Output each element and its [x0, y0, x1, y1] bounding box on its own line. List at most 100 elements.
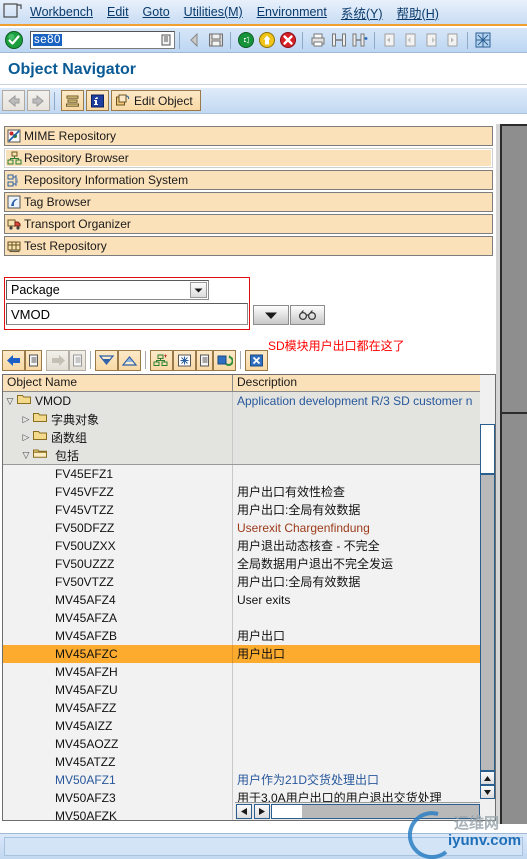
tree-back-button[interactable]: [2, 349, 25, 371]
next-page-icon[interactable]: [421, 30, 442, 50]
menu-item-environment[interactable]: Environment: [250, 3, 334, 21]
table-row[interactable]: FV45EFZ1: [3, 465, 495, 483]
menu-item-help[interactable]: 帮助(H): [390, 1, 446, 24]
refresh-button[interactable]: [213, 349, 236, 371]
previous-page-icon[interactable]: [400, 30, 421, 50]
tree-forward-button[interactable]: [46, 349, 69, 371]
table-row[interactable]: MV45ATZZ: [3, 753, 495, 771]
table-row[interactable]: FV50VTZZ 用户出口:全局有效数据: [3, 573, 495, 591]
tree-back-history-button[interactable]: [25, 349, 42, 371]
delete-button[interactable]: [245, 349, 268, 371]
object-name-dropdown-button[interactable]: [253, 305, 289, 325]
repository-item-info-system[interactable]: i Repository Information System: [4, 170, 493, 190]
table-row[interactable]: FV45VTZZ 用户出口:全局有效数据: [3, 501, 495, 519]
table-row[interactable]: ▷ 字典对象: [3, 410, 495, 428]
exit-yellow-icon[interactable]: [256, 30, 277, 50]
new-session-icon[interactable]: [472, 30, 493, 50]
menu-item-goto[interactable]: Goto: [136, 3, 177, 21]
folder-icon: [33, 412, 49, 426]
horizontal-scroll-thumb[interactable]: [272, 805, 302, 818]
enter-back-icon[interactable]: [184, 30, 205, 50]
find-icon[interactable]: [328, 30, 349, 50]
filter-button[interactable]: [173, 349, 196, 371]
first-page-icon[interactable]: [379, 30, 400, 50]
scroll-up-icon[interactable]: [480, 771, 495, 785]
object-name-input[interactable]: VMOD: [6, 303, 248, 325]
menu-item-edit[interactable]: Edit: [100, 3, 136, 21]
table-row[interactable]: ▷ 函数组: [3, 428, 495, 446]
table-row[interactable]: FV45VFZZ 用户出口有效性检查: [3, 483, 495, 501]
repository-browser-icon: [7, 151, 22, 166]
back-button[interactable]: [2, 90, 25, 111]
table-row[interactable]: MV45AFZ4 User exits: [3, 591, 495, 609]
repository-item-transport-organizer[interactable]: Transport Organizer: [4, 214, 493, 234]
last-page-icon[interactable]: [442, 30, 463, 50]
horizontal-scroll-track[interactable]: [271, 804, 480, 819]
scroll-right-icon[interactable]: [254, 804, 270, 819]
expand-all-button[interactable]: [95, 349, 118, 371]
table-row-selected[interactable]: MV45AFZC 用户出口: [3, 645, 495, 663]
table-row[interactable]: FV50UZZZ 全局数据用户退出不完全发运: [3, 555, 495, 573]
object-tree-table: Object Name Description ▽ VMOD Applicati…: [2, 374, 496, 821]
tree-node-label: MV50AFZ3: [55, 791, 116, 805]
forward-button[interactable]: [27, 90, 50, 111]
table-row[interactable]: ▽ 包括: [3, 446, 495, 465]
chevron-right-icon[interactable]: ▷: [19, 414, 33, 425]
table-row[interactable]: MV45AOZZ: [3, 735, 495, 753]
command-field-value: se80: [33, 34, 62, 46]
collapse-all-button[interactable]: [118, 349, 141, 371]
table-row[interactable]: MV45AFZA: [3, 609, 495, 627]
tree-cell-description: [233, 663, 495, 681]
green-check-icon[interactable]: [4, 30, 24, 50]
table-row[interactable]: MV50AFZ1 用户作为21D交货处理出口: [3, 771, 495, 789]
find-next-icon[interactable]: [349, 30, 370, 50]
table-row[interactable]: MV45AFZH: [3, 663, 495, 681]
edit-object-button[interactable]: Edit Object: [111, 90, 201, 111]
table-row[interactable]: MV45AFZB 用户出口: [3, 627, 495, 645]
command-field[interactable]: se80: [30, 31, 175, 49]
menu-item-utilities[interactable]: Utilities(M): [177, 3, 250, 21]
search-help-button[interactable]: [290, 305, 325, 325]
column-header-object-name[interactable]: Object Name: [3, 375, 233, 391]
tree-cell-description: 用户出口有效性检查: [237, 485, 346, 499]
menu-item-system[interactable]: 系统(Y): [334, 1, 390, 24]
object-tree-display-button[interactable]: [150, 349, 173, 371]
command-history-icon[interactable]: [159, 33, 173, 47]
object-list-button[interactable]: [61, 90, 84, 111]
menu-item-workbench[interactable]: Workbench: [23, 3, 100, 21]
scroll-down-icon[interactable]: [480, 785, 495, 799]
print-icon[interactable]: [307, 30, 328, 50]
object-type-select[interactable]: Package: [6, 280, 209, 300]
chevron-down-icon[interactable]: ▽: [19, 450, 33, 461]
tree-cell-description: [233, 410, 495, 428]
worklist-button[interactable]: [196, 349, 213, 371]
chevron-right-icon[interactable]: ▷: [19, 432, 33, 443]
sap-window-icon[interactable]: [1, 1, 23, 23]
repository-item-test-repository[interactable]: Test Repository: [4, 236, 493, 256]
tree-node-label: 包括: [55, 448, 80, 463]
table-row[interactable]: MV45AFZZ: [3, 699, 495, 717]
info-button[interactable]: [86, 90, 109, 111]
table-row[interactable]: FV50DFZZ Userexit Chargenfindung: [3, 519, 495, 537]
table-row[interactable]: FV50UZXX 用户退出动态核查 - 不完全: [3, 537, 495, 555]
system-toolbar: se80: [0, 28, 527, 53]
back-green-icon[interactable]: [235, 30, 256, 50]
scroll-left-icon[interactable]: [236, 804, 252, 819]
chevron-down-icon[interactable]: ▽: [3, 396, 17, 407]
tree-forward-history-button[interactable]: [69, 349, 86, 371]
folder-icon: [33, 430, 49, 444]
repository-item-tag-browser[interactable]: Tag Browser: [4, 192, 493, 212]
tree-horizontal-scrollbar[interactable]: [235, 802, 480, 820]
folder-open-icon: [17, 394, 33, 408]
tree-cell-name: MV45AFZZ: [3, 699, 233, 717]
tree-vertical-scrollbar[interactable]: [480, 375, 495, 820]
table-row[interactable]: MV45AIZZ: [3, 717, 495, 735]
save-icon[interactable]: [205, 30, 226, 50]
column-header-description[interactable]: Description: [233, 375, 495, 391]
table-row[interactable]: ▽ VMOD Application development R/3 SD cu…: [3, 392, 495, 410]
table-row[interactable]: MV45AFZU: [3, 681, 495, 699]
chevron-down-icon[interactable]: [190, 282, 207, 298]
repository-item-mime[interactable]: MIME Repository: [4, 126, 493, 146]
cancel-red-icon[interactable]: [277, 30, 298, 50]
repository-item-browser[interactable]: Repository Browser: [4, 148, 493, 168]
